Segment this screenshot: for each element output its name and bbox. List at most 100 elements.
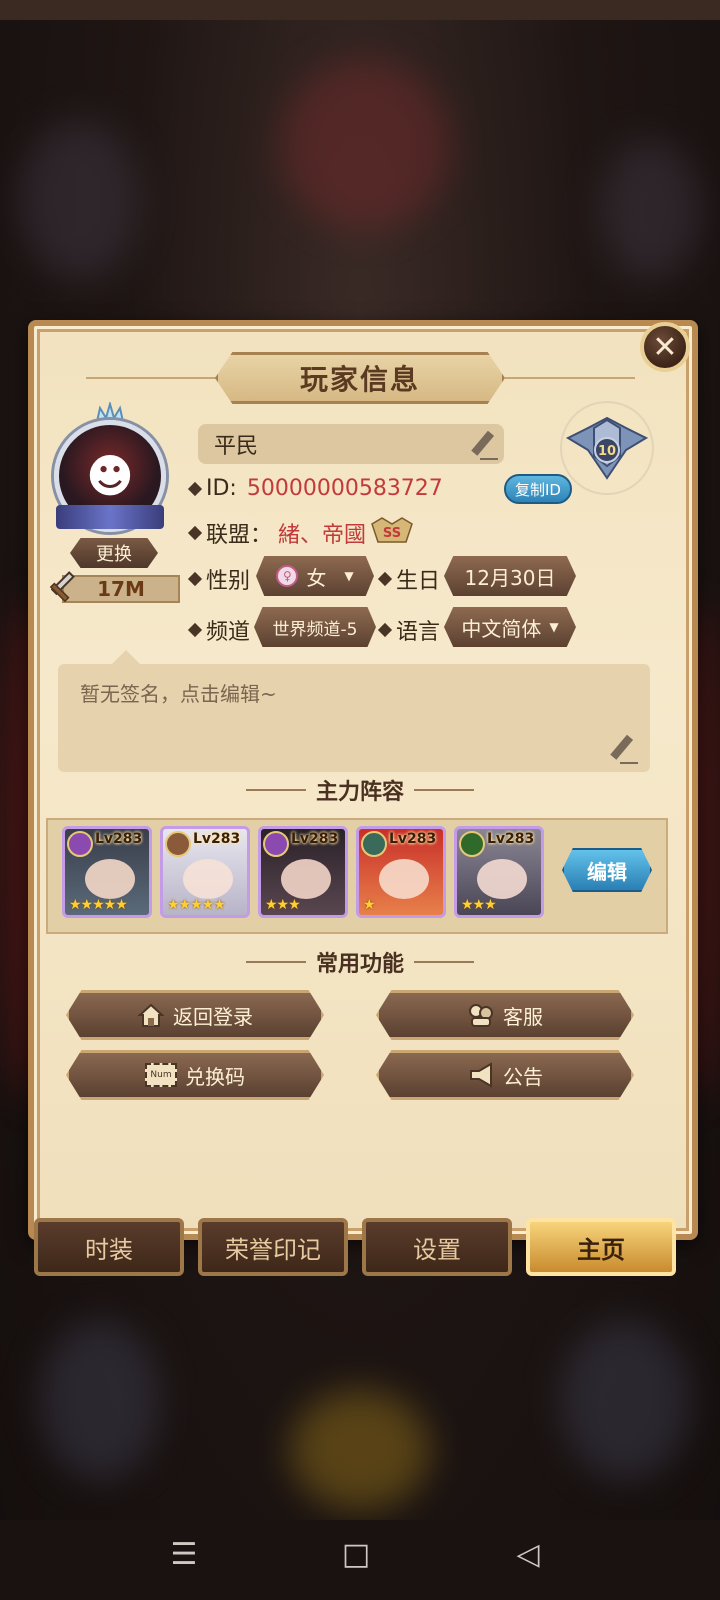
hero-card[interactable]: Lv283 ★: [356, 826, 446, 918]
hero-card[interactable]: Lv283 ★★★: [258, 826, 348, 918]
id-row: ID: 50000000583727: [187, 476, 443, 501]
title-decoration-right: [505, 377, 635, 379]
bullet-icon: [377, 622, 393, 638]
chevron-down-icon: ▼: [549, 620, 559, 634]
bullet-icon: [187, 622, 203, 638]
faction-icon: [361, 831, 387, 857]
hero-portrait: [85, 859, 135, 899]
tab-honor-mark[interactable]: 荣誉印记: [198, 1218, 348, 1276]
team-section-title: 主力阵容: [200, 776, 520, 805]
ticket-icon: Num: [145, 1063, 177, 1087]
customer-service-icon: [469, 1004, 493, 1027]
close-icon: ✕: [652, 329, 678, 365]
edit-name-icon[interactable]: [466, 428, 500, 462]
female-icon: ♀: [276, 565, 299, 587]
edit-signature-icon[interactable]: [604, 732, 640, 766]
home-icon: [137, 1003, 165, 1027]
language-label: 语言: [396, 620, 441, 645]
rank-emblem-icon: 10: [560, 401, 654, 495]
hero-stars: ★: [363, 897, 376, 913]
rank-level: 10: [598, 444, 616, 459]
avatar-ribbon: [56, 505, 164, 529]
redeem-code-label: 兑换码: [185, 1064, 245, 1089]
birthday-row-label: 生日: [377, 563, 441, 595]
divider: [414, 789, 474, 791]
hero-level: Lv283: [487, 831, 535, 847]
gender-select[interactable]: ♀ 女 ▼: [256, 556, 374, 596]
return-login-button[interactable]: 返回登录: [66, 990, 324, 1040]
hero-portrait: [379, 859, 429, 899]
hero-stars: ★★★★★: [167, 897, 226, 913]
back-icon[interactable]: ◁: [504, 1530, 552, 1578]
edit-team-button[interactable]: 编辑: [562, 848, 652, 892]
title-decoration-left: [86, 377, 216, 379]
alliance-label: 联盟：: [206, 523, 273, 548]
divider: [245, 789, 306, 791]
background-blur: [560, 1320, 690, 1480]
id-label: ID:: [206, 476, 237, 501]
channel-label: 频道: [206, 620, 251, 645]
hero-portrait: [477, 859, 527, 899]
chevron-down-icon: ▼: [344, 569, 354, 583]
return-login-label: 返回登录: [173, 1004, 253, 1029]
hero-stars: ★★★: [461, 897, 497, 913]
hero-card[interactable]: Lv283 ★★★★★: [62, 826, 152, 918]
id-value: 50000000583727: [246, 476, 443, 501]
team-title-text: 主力阵容: [315, 780, 404, 805]
sword-icon: [49, 571, 75, 603]
power-value: 17M: [62, 575, 180, 603]
channel-value: 世界频道-5: [272, 619, 358, 640]
faction-icon: [165, 831, 191, 857]
status-bar: [0, 0, 720, 20]
announcement-label: 公告: [503, 1064, 543, 1089]
menu-icon[interactable]: ☰: [160, 1530, 208, 1578]
hero-level: Lv283: [193, 831, 241, 847]
alliance-value[interactable]: 緒、帝國: [278, 517, 366, 549]
hero-level: Lv283: [291, 831, 339, 847]
background-blur: [40, 1320, 160, 1480]
dialog-title: 玩家信息: [215, 352, 505, 404]
hero-portrait: [183, 859, 233, 899]
faction-icon: [263, 831, 289, 857]
redeem-code-button[interactable]: Num 兑换码: [66, 1050, 324, 1100]
signature-field[interactable]: 暂无签名，点击编辑~: [58, 664, 650, 772]
announcement-button[interactable]: 公告: [376, 1050, 634, 1100]
change-avatar-button[interactable]: 更换: [70, 538, 158, 568]
background-blur: [600, 140, 700, 280]
hero-level: Lv283: [389, 831, 437, 847]
language-value: 中文简体: [461, 616, 542, 641]
home-nav-icon[interactable]: □: [332, 1530, 380, 1578]
signature-pointer: [112, 650, 140, 664]
bullet-icon: [377, 571, 393, 587]
hero-card[interactable]: Lv283 ★★★: [454, 826, 544, 918]
birthday-field[interactable]: 12月30日: [444, 556, 576, 596]
faction-icon: [459, 831, 485, 857]
birthday-label: 生日: [396, 569, 441, 594]
hero-stars: ★★★★★: [69, 897, 128, 913]
gender-row-label: 性别: [187, 563, 251, 595]
hero-stars: ★★★: [265, 897, 301, 913]
divider: [414, 961, 474, 963]
bullet-icon: [187, 571, 203, 587]
avatar-portrait-icon: ☻: [86, 449, 134, 503]
hero-card[interactable]: Lv283 ★★★★★: [160, 826, 250, 918]
hero-level: Lv283: [95, 831, 143, 847]
megaphone-icon: [470, 1062, 492, 1088]
alliance-row: 联盟： 緒、帝國: [187, 517, 366, 549]
gender-label: 性别: [206, 569, 251, 594]
functions-section-title: 常用功能: [200, 948, 520, 977]
background-blur: [280, 60, 450, 230]
language-select[interactable]: 中文简体 ▼: [444, 607, 576, 647]
close-button[interactable]: ✕: [640, 322, 690, 372]
background-blur: [290, 1390, 430, 1510]
tab-settings[interactable]: 设置: [362, 1218, 512, 1276]
alliance-badge-text: SS: [383, 526, 401, 541]
channel-select[interactable]: 世界频道-5: [254, 607, 376, 647]
tab-homepage[interactable]: 主页: [526, 1218, 676, 1276]
divider: [245, 961, 306, 963]
channel-row-label: 频道: [187, 614, 251, 646]
tab-costume[interactable]: 时装: [34, 1218, 184, 1276]
customer-service-button[interactable]: 客服: [376, 990, 634, 1040]
bullet-icon: [187, 525, 203, 541]
faction-icon: [67, 831, 93, 857]
